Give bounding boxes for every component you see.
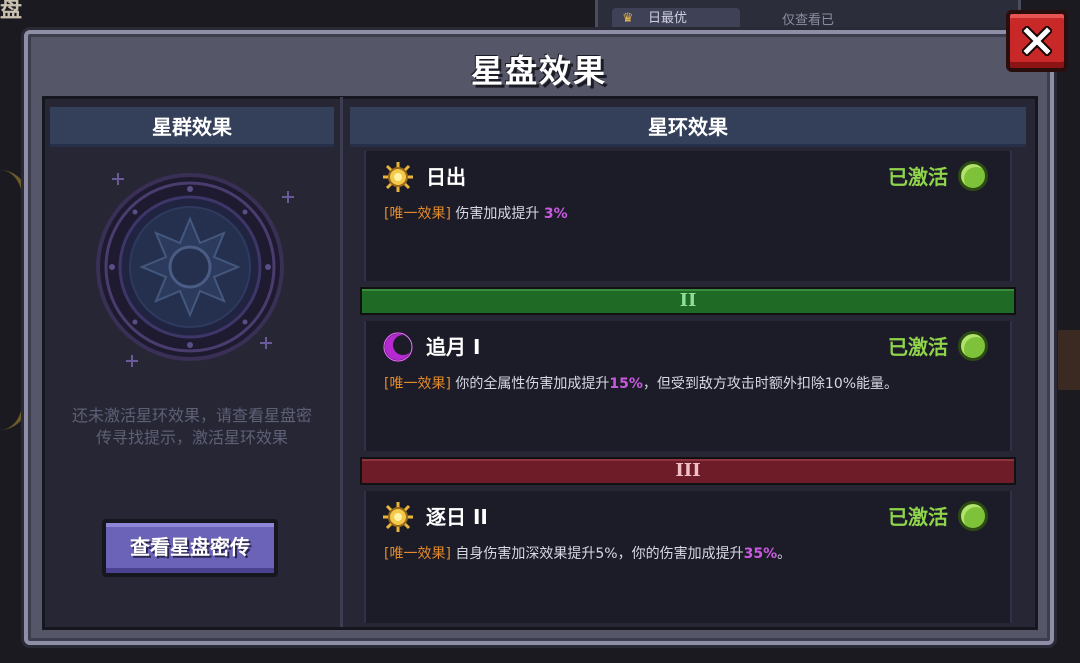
effect-description: [唯一效果] 伤害加成提升 3% (384, 205, 568, 223)
active-indicator-icon (958, 501, 988, 531)
background-title-fragment: 盘 (0, 0, 23, 23)
background-filter-label: 仅查看已 (782, 13, 835, 28)
effect-status: 已激活 (888, 335, 948, 359)
moon-icon (383, 332, 413, 362)
dialog-title: 星盘效果 (470, 52, 607, 90)
effect-desc-value: 35% (743, 546, 778, 562)
sparkle-icon (260, 337, 272, 349)
background-decoration-right (1058, 330, 1080, 390)
close-x-icon (1022, 26, 1052, 56)
hint-line-2: 传寻找提示，激活星环效果 (95, 428, 288, 447)
sparkle-icon (112, 173, 124, 185)
effect-tag: [唯一效果] (384, 376, 451, 392)
tier-divider-iii: III (360, 457, 1016, 485)
effect-tag: [唯一效果] (384, 546, 451, 562)
effect-desc-text: 伤害加成提升 (455, 206, 540, 222)
close-button[interactable] (1006, 10, 1068, 72)
sparkle-icon (282, 191, 294, 203)
effect-card: 追月 I 已激活 [唯一效果] 你的全属性伤害加成提升15%，但受到敌方攻击时额… (364, 321, 1012, 451)
constellation-effect-panel: 星群效果 还未激活星环效果，请查看星盘密 传寻找提示，激活星环效果 查看星盘密传 (50, 107, 334, 627)
effect-card: 逐日 II 已激活 [唯一效果] 自身伤害加深效果提升5%，你的伤害加成提升35… (364, 491, 1012, 623)
active-indicator-icon (958, 331, 988, 361)
star-ring-effect-header: 星环效果 (350, 107, 1026, 147)
column-divider (340, 97, 343, 627)
sun-icon (383, 162, 413, 192)
effect-desc-value: 3% (543, 206, 568, 222)
background-tab: ♛ 日最优 (612, 8, 740, 30)
star-ring-effect-panel: 星环效果 日出 已激活 [唯一效果] 伤害加成提升 3% II 追月 I 已激活… (350, 107, 1026, 627)
effect-name: 逐日 II (426, 505, 488, 529)
effect-description: [唯一效果] 你的全属性伤害加成提升15%，但受到敌方攻击时额外扣除10%能量。 (384, 375, 898, 393)
tier-divider-ii: II (360, 287, 1016, 315)
effect-card: 日出 已激活 [唯一效果] 伤害加成提升 3% (364, 151, 1012, 281)
sparkle-icon (126, 355, 138, 367)
effect-name: 日出 (426, 165, 466, 189)
effect-status: 已激活 (888, 165, 948, 189)
hint-line-1: 还未激活星环效果，请查看星盘密 (71, 406, 312, 425)
effect-status: 已激活 (888, 505, 948, 529)
effect-name: 追月 I (426, 335, 481, 359)
crown-icon: ♛ (622, 11, 634, 26)
active-indicator-icon (958, 161, 988, 191)
effect-tag: [唯一效果] (384, 206, 451, 222)
constellation-effect-header: 星群效果 (50, 107, 334, 147)
effect-desc-text: 自身伤害加深效果提升5%，你的伤害加成提升 (455, 546, 744, 562)
effect-desc-value: 15% (609, 376, 643, 392)
effect-description: [唯一效果] 自身伤害加深效果提升5%，你的伤害加成提升35%。 (384, 545, 791, 563)
effect-desc-tail: 。 (777, 546, 792, 562)
effect-desc-tail: ，但受到敌方攻击时额外扣除10%能量。 (642, 376, 899, 392)
effect-desc-text: 你的全属性伤害加成提升 (455, 376, 610, 392)
view-star-chart-secrets-button[interactable]: 查看星盘密传 (102, 519, 278, 577)
sun-icon (383, 502, 413, 532)
background-tab-label: 日最优 (648, 11, 688, 26)
no-active-hint: 还未激活星环效果，请查看星盘密 传寻找提示，激活星环效果 (50, 405, 334, 449)
